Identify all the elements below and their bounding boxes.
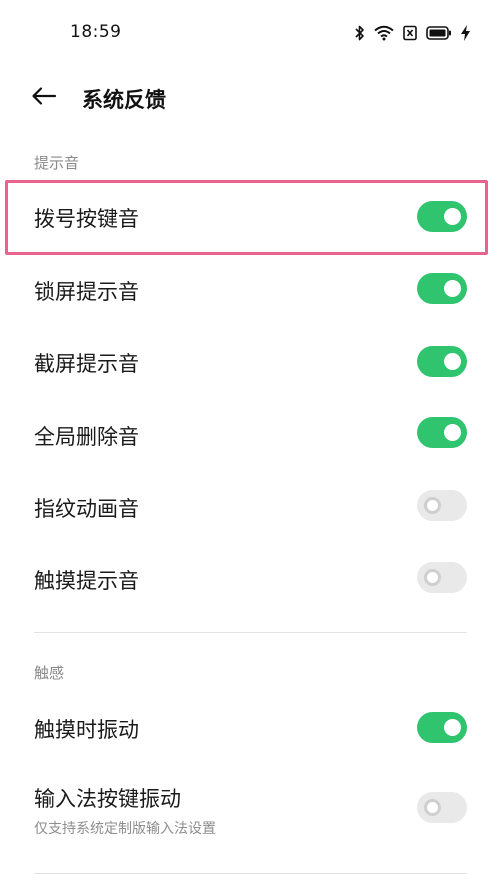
section-divider	[34, 632, 467, 633]
charging-icon	[461, 25, 470, 41]
setting-label: 输入法按键振动	[34, 787, 181, 811]
setting-row-touch-vibration[interactable]: 触摸时振动	[0, 690, 500, 764]
toggle-switch[interactable]	[417, 490, 467, 521]
toggle-knob	[444, 424, 461, 441]
section-title-haptic: 触感	[34, 664, 65, 682]
setting-row-ime-vibration[interactable]: 输入法按键振动 仅支持系统定制版输入法设置	[0, 764, 500, 864]
toggle-switch[interactable]	[417, 273, 467, 304]
setting-row-delete-sound[interactable]: 全局删除音	[0, 398, 500, 471]
toggle-knob	[424, 799, 441, 816]
setting-row-fingerprint-sound[interactable]: 指纹动画音	[0, 471, 500, 544]
toggle-switch[interactable]	[417, 562, 467, 593]
setting-label: 锁屏提示音	[34, 280, 139, 304]
toggle-knob	[424, 569, 441, 586]
setting-label: 截屏提示音	[34, 352, 139, 376]
back-button[interactable]	[28, 82, 60, 114]
status-bar: 18:59	[0, 0, 500, 66]
toggle-switch[interactable]	[417, 712, 467, 743]
toggle-knob	[444, 719, 461, 736]
battery-icon	[426, 26, 452, 40]
status-time: 18:59	[70, 22, 122, 42]
toggle-switch[interactable]	[417, 792, 467, 823]
setting-label: 触摸提示音	[34, 569, 139, 593]
wifi-icon	[374, 25, 394, 41]
setting-row-screenshot-sound[interactable]: 截屏提示音	[0, 325, 500, 398]
toggle-switch[interactable]	[417, 346, 467, 377]
setting-row-touch-sound[interactable]: 触摸提示音	[0, 544, 500, 617]
setting-label: 指纹动画音	[34, 497, 139, 521]
sim-off-icon	[403, 25, 417, 41]
toggle-switch[interactable]	[417, 417, 467, 448]
section-divider	[34, 873, 467, 874]
setting-label: 触摸时振动	[34, 718, 139, 742]
arrow-left-icon	[31, 86, 57, 110]
header: 系统反馈	[0, 76, 500, 120]
setting-sublabel: 仅支持系统定制版输入法设置	[34, 821, 216, 837]
highlight-box	[5, 180, 488, 255]
toggle-knob	[424, 497, 441, 514]
toggle-knob	[444, 353, 461, 370]
page-title: 系统反馈	[82, 88, 166, 112]
setting-row-lock-sound[interactable]: 锁屏提示音	[0, 252, 500, 325]
setting-label: 全局删除音	[34, 425, 139, 449]
bluetooth-icon	[354, 25, 365, 41]
section-title-sound: 提示音	[34, 154, 80, 172]
toggle-knob	[444, 280, 461, 297]
status-icons	[354, 22, 470, 44]
